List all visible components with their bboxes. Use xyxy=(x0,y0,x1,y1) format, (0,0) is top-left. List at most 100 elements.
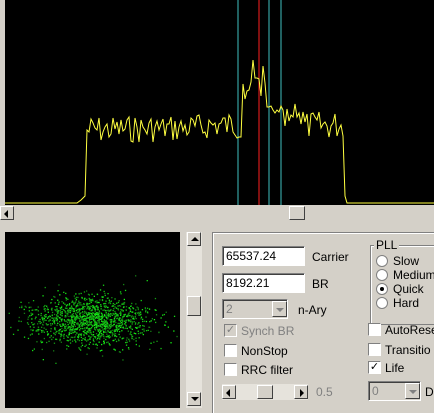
constellation-point xyxy=(90,301,92,303)
constellation-point xyxy=(105,300,107,302)
constellation-point xyxy=(84,315,86,317)
constellation-point xyxy=(165,321,167,323)
constellation-point xyxy=(86,316,88,318)
constellation-point xyxy=(91,309,94,311)
constellation-point xyxy=(141,309,144,311)
constellation-point xyxy=(57,311,60,313)
constellation-point xyxy=(38,320,40,323)
transition-checkbox[interactable] xyxy=(368,343,381,356)
constellation-point xyxy=(116,335,118,338)
constellation-point xyxy=(92,335,94,337)
constellation-point xyxy=(69,321,71,323)
frequency-scrollbar[interactable] xyxy=(0,205,434,221)
constellation-point xyxy=(103,319,105,321)
constellation-point xyxy=(91,327,93,329)
autoreset-label: AutoRese xyxy=(385,323,434,337)
rrc-filter-checkbox[interactable] xyxy=(224,363,237,376)
vertical-scroll-thumb[interactable] xyxy=(187,296,201,316)
constellation-point xyxy=(89,338,91,340)
synch-br-checkbox[interactable]: ✓ xyxy=(224,324,237,337)
constellation-point xyxy=(68,315,70,318)
constellation-point xyxy=(76,312,79,314)
scroll-up-button[interactable] xyxy=(187,232,201,246)
nonstop-checkbox[interactable] xyxy=(224,344,237,357)
constellation-point xyxy=(73,315,75,317)
constellation-point xyxy=(89,302,91,305)
constellation-point xyxy=(74,331,76,333)
constellation-point xyxy=(100,316,102,318)
spectrum-display[interactable] xyxy=(5,0,434,205)
pll-slow-radio[interactable] xyxy=(376,255,388,267)
constellation-point xyxy=(70,324,73,326)
constellation-point xyxy=(122,310,124,312)
constellation-point xyxy=(86,298,88,301)
constellation-point xyxy=(61,312,63,315)
filter-slider[interactable] xyxy=(222,384,308,400)
constellation-point xyxy=(67,336,69,339)
constellation-point xyxy=(73,318,75,321)
nary-dropdown-button[interactable] xyxy=(272,301,287,317)
slider-left-button[interactable] xyxy=(222,385,236,399)
constellation-point xyxy=(94,329,97,331)
slider-thumb[interactable] xyxy=(257,385,273,399)
arrow-up-icon xyxy=(191,237,199,241)
constellation-point xyxy=(102,325,104,327)
constellation-point xyxy=(130,305,132,307)
constellation-point xyxy=(54,322,56,325)
constellation-point xyxy=(69,311,71,314)
carrier-input[interactable]: 65537.24 xyxy=(222,246,305,266)
constellation-point xyxy=(72,325,74,327)
constellation-point xyxy=(40,314,42,317)
pll-quick-radio[interactable] xyxy=(376,283,388,295)
constellation-point xyxy=(94,309,96,312)
constellation-point xyxy=(93,295,95,297)
constellation-point xyxy=(105,306,107,308)
br-input[interactable]: 8192.21 xyxy=(222,273,305,293)
scroll-down-button[interactable] xyxy=(187,392,201,406)
constellation-point xyxy=(95,300,97,303)
constellation-point xyxy=(115,315,117,317)
constellation-point xyxy=(102,320,104,323)
constellation-point xyxy=(104,327,106,330)
constellation-point xyxy=(50,328,52,330)
constellation-point xyxy=(82,306,84,308)
constellation-plot xyxy=(8,275,178,364)
constellation-point xyxy=(106,325,108,327)
constellation-point xyxy=(111,314,114,316)
constellation-point xyxy=(99,328,101,330)
constellation-point xyxy=(37,323,39,325)
scroll-thumb[interactable] xyxy=(289,206,305,220)
constellation-point xyxy=(120,314,122,316)
constellation-point xyxy=(118,328,120,330)
constellation-point xyxy=(126,315,128,317)
constellation-point xyxy=(44,286,46,289)
constellation-point xyxy=(51,309,53,311)
constellation-point xyxy=(56,314,58,316)
constellation-point xyxy=(125,309,127,311)
pll-hard-radio[interactable] xyxy=(376,297,388,309)
constellation-point xyxy=(42,321,45,323)
constellation-point xyxy=(32,300,35,302)
pll-medium-radio[interactable] xyxy=(376,269,388,281)
constellation-point xyxy=(90,317,92,320)
slider-right-button[interactable] xyxy=(294,385,308,399)
constellation-point xyxy=(84,324,86,326)
constellation-point xyxy=(150,342,152,344)
constellation-point xyxy=(66,320,68,322)
constellation-point xyxy=(88,307,91,309)
constellation-point xyxy=(71,319,73,321)
constellation-point xyxy=(103,303,105,305)
life-checkbox[interactable]: ✓ xyxy=(368,361,381,374)
constellation-point xyxy=(97,320,99,322)
constellation-point xyxy=(112,305,115,307)
chevron-down-icon xyxy=(276,308,284,312)
scroll-left-button[interactable] xyxy=(0,206,14,220)
constellation-point xyxy=(49,323,52,325)
bottom-dropdown-button[interactable] xyxy=(405,383,420,399)
autoreset-checkbox[interactable] xyxy=(368,323,381,336)
constellation-point xyxy=(59,311,62,313)
constellation-point xyxy=(130,319,132,321)
constellation-point xyxy=(43,308,45,310)
vertical-scrollbar[interactable] xyxy=(186,232,202,408)
constellation-point xyxy=(103,337,105,339)
